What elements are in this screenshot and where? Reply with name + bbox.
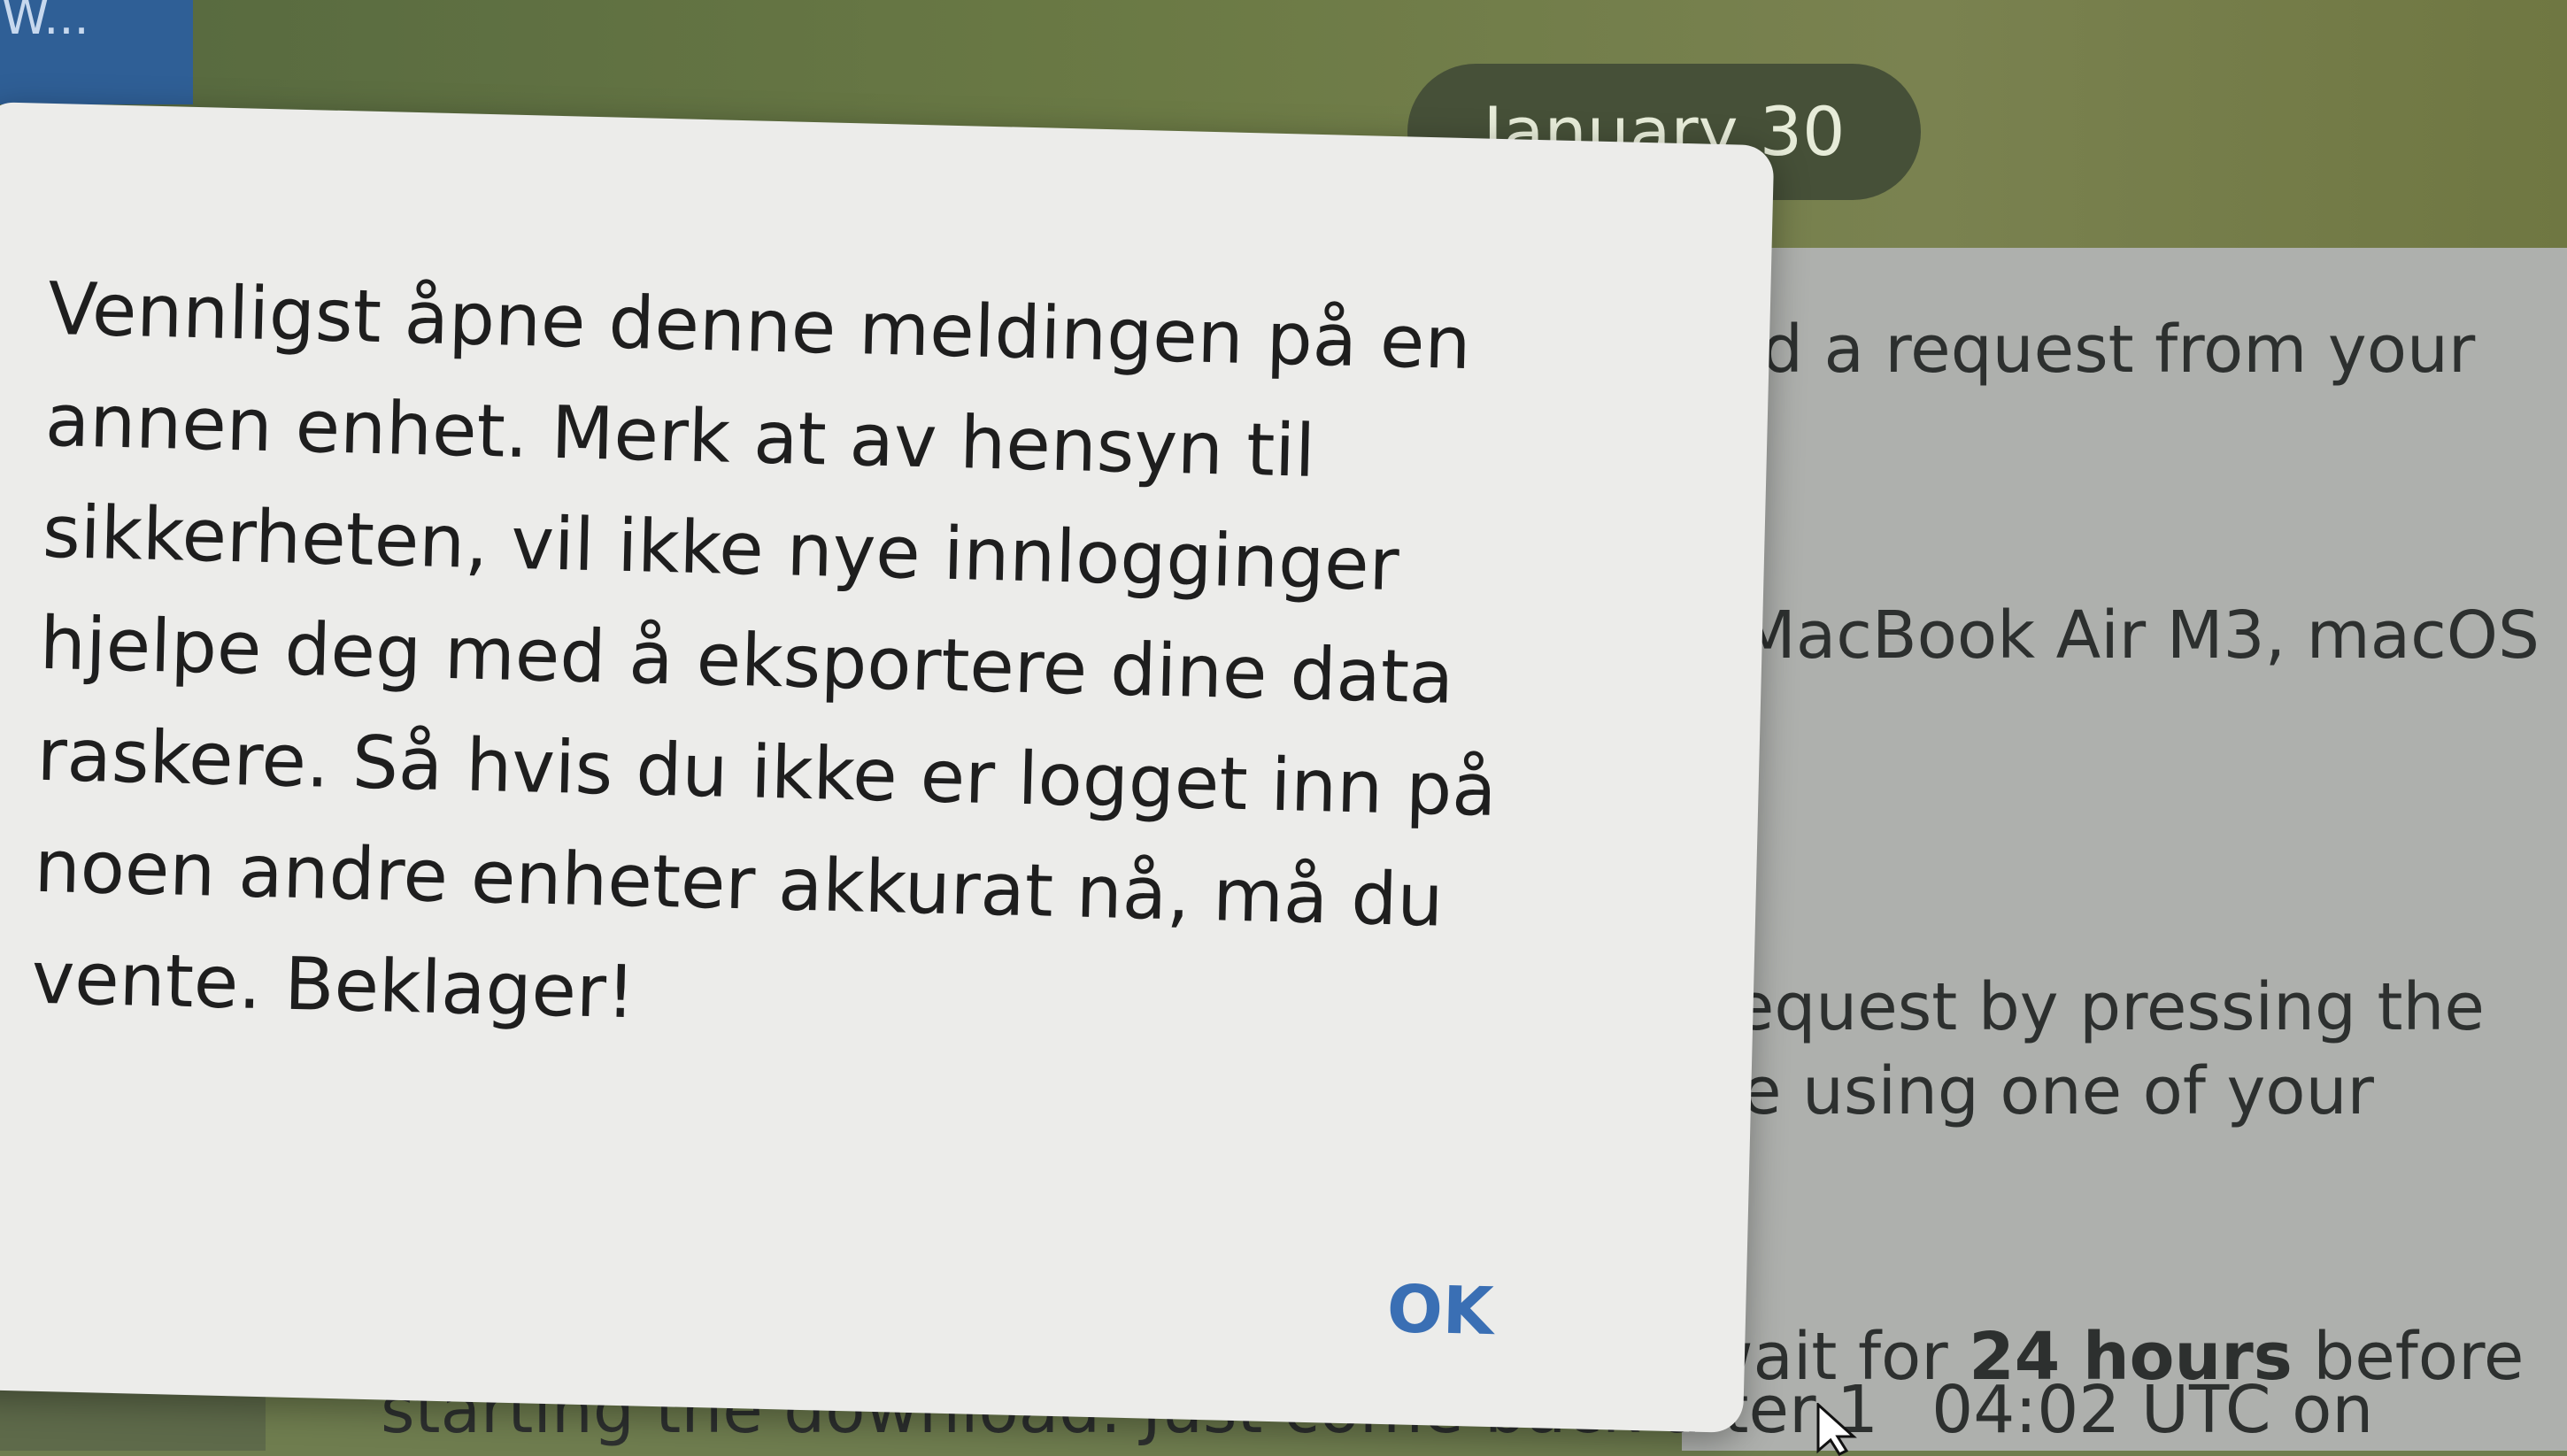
dialog-message: Vennligst åpne denne meldingen på en ann… <box>30 266 1498 1036</box>
message-line: ge using one of your <box>1700 1053 2374 1129</box>
service-message-bubble <box>1682 248 2567 1451</box>
message-line: MacBook Air M3, macOS <box>1739 597 2540 674</box>
message-line: request by pressing the <box>1708 969 2485 1045</box>
message-time-text: 04:02 UTC on <box>1931 1372 2374 1448</box>
alert-dialog: Vennligst åpne denne meldingen på en ann… <box>0 102 1775 1434</box>
ok-button[interactable]: OK <box>1351 1260 1530 1361</box>
chat-list-item-selected[interactable]: W... <box>0 0 193 104</box>
mouse-pointer-icon <box>1816 1403 1857 1456</box>
message-line: d a request from your <box>1761 312 2476 388</box>
chat-list-item-label: W... <box>2 0 89 45</box>
